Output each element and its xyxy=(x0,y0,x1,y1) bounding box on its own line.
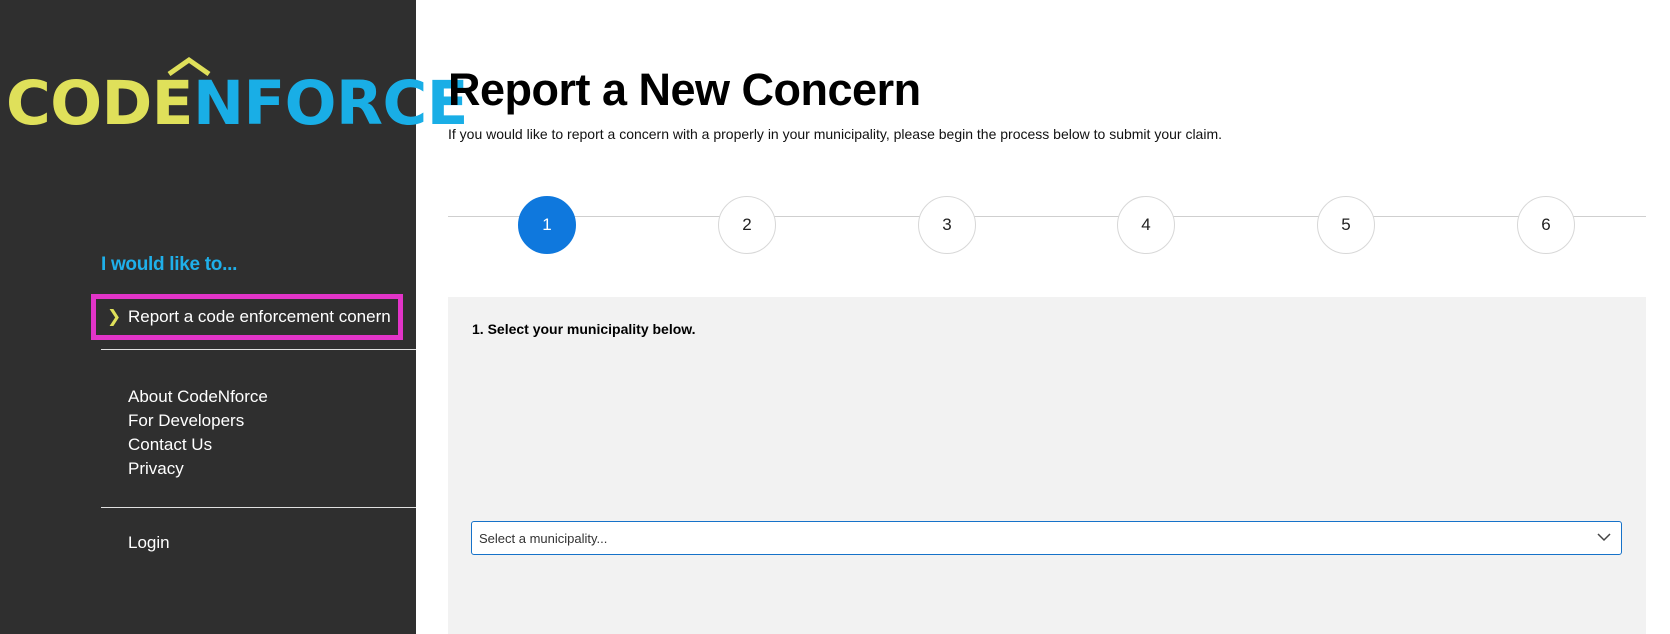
form-panel: 1. Select your municipality below. Selec… xyxy=(448,297,1646,634)
codenforce-logo[interactable]: CODENFORCE xyxy=(6,56,468,137)
chevron-down-icon xyxy=(1597,533,1611,542)
step-1[interactable]: 1 xyxy=(518,196,576,254)
sidebar-links: About CodeNforce For Developers Contact … xyxy=(128,385,268,481)
step-5[interactable]: 5 xyxy=(1317,196,1375,254)
step-3[interactable]: 3 xyxy=(918,196,976,254)
sidebar-item-report-concern[interactable]: ❯ Report a code enforcement conern xyxy=(91,294,403,340)
sidebar-item-about[interactable]: About CodeNforce xyxy=(128,385,268,409)
progress-stepper: 1 2 3 4 5 6 xyxy=(448,196,1646,254)
step-2[interactable]: 2 xyxy=(718,196,776,254)
page-description: If you would like to report a concern wi… xyxy=(448,126,1223,142)
page-title: Report a New Concern xyxy=(448,64,921,115)
sidebar-item-developers[interactable]: For Developers xyxy=(128,409,268,433)
municipality-prompt: 1. Select your municipality below. xyxy=(472,321,696,337)
sidebar: CODENFORCE I would like to... ❯ Report a… xyxy=(0,0,468,634)
select-placeholder: Select a municipality... xyxy=(479,531,608,546)
stepper-track xyxy=(448,216,1646,217)
municipality-select[interactable]: Select a municipality... xyxy=(471,521,1622,555)
login-link[interactable]: Login xyxy=(128,533,170,553)
chevron-right-icon: ❯ xyxy=(107,307,122,326)
logo-text: CODENFORCE xyxy=(6,68,468,139)
sidebar-heading: I would like to... xyxy=(101,254,238,275)
sidebar-item-contact[interactable]: Contact Us xyxy=(128,433,268,457)
step-6[interactable]: 6 xyxy=(1517,196,1575,254)
step-4[interactable]: 4 xyxy=(1117,196,1175,254)
sidebar-divider xyxy=(101,507,416,508)
sidebar-item-label: Report a code enforcement conern xyxy=(128,307,391,326)
sidebar-divider xyxy=(101,349,416,350)
sidebar-item-privacy[interactable]: Privacy xyxy=(128,457,268,481)
